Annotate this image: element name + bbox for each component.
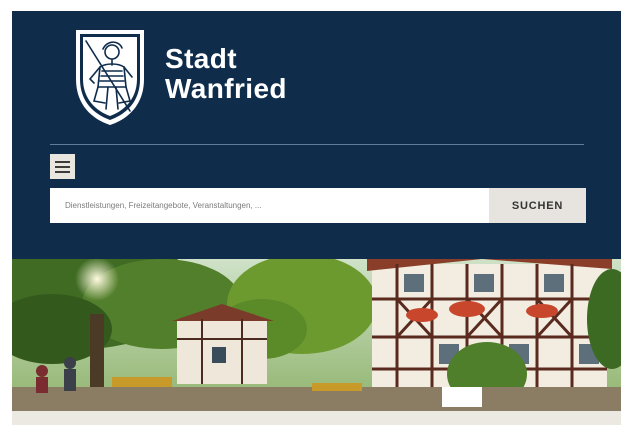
wordmark-line-1: Stadt bbox=[165, 43, 237, 74]
hero-image bbox=[12, 259, 621, 411]
site-header: Stadt Wanfried SUCHEN bbox=[12, 11, 621, 259]
search-bar: SUCHEN bbox=[50, 188, 586, 223]
wordmark-line-2: Wanfried bbox=[165, 73, 287, 104]
search-input[interactable] bbox=[50, 188, 489, 223]
search-button[interactable]: SUCHEN bbox=[489, 188, 586, 223]
content-band bbox=[12, 411, 621, 425]
city-coat-of-arms-icon[interactable] bbox=[72, 27, 148, 127]
page: Stadt Wanfried SUCHEN bbox=[0, 0, 622, 425]
menu-button[interactable] bbox=[50, 154, 75, 179]
header-divider bbox=[50, 144, 584, 145]
city-wordmark[interactable]: Stadt Wanfried bbox=[165, 44, 287, 104]
